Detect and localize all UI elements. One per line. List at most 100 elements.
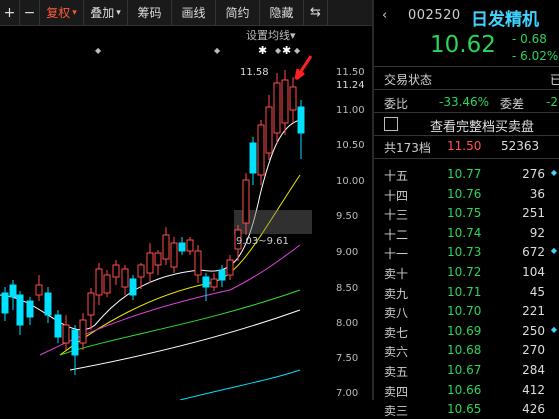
axis-tick: 10.00 xyxy=(336,176,365,187)
candle-up xyxy=(162,234,170,260)
candlestick-chart[interactable] xyxy=(0,25,372,400)
chevron-left-icon[interactable]: ‹ xyxy=(382,8,387,23)
divider xyxy=(374,89,559,90)
candle-down xyxy=(1,292,9,314)
order-row[interactable]: 十五 10.77 276 ◆ xyxy=(374,165,559,184)
order-row[interactable]: 卖十 10.72 104 xyxy=(374,263,559,282)
weicha-label: 委差 xyxy=(500,97,525,111)
candle-up xyxy=(265,106,273,154)
ma10-line xyxy=(59,174,301,356)
candle-down xyxy=(44,292,52,316)
arrow-icon xyxy=(294,55,313,81)
order-level-label: 卖四 xyxy=(384,384,409,399)
order-volume: 284 xyxy=(522,363,545,377)
total-levels-label: 共173档 xyxy=(384,141,431,155)
order-row[interactable]: 十三 10.75 251 xyxy=(374,204,559,223)
candle-down xyxy=(129,278,137,296)
ma120-line xyxy=(69,309,301,371)
diejia-dropdown[interactable]: 叠加 ▾ xyxy=(84,0,128,25)
axis-tick: 9.50 xyxy=(336,211,359,222)
order-level-label: 十四 xyxy=(384,188,409,203)
yincang-button[interactable]: 隐藏 xyxy=(260,0,304,25)
quote-panel: ‹ 002520 日发精机 10.62 - 0.68 - 6.02% 交易状态 … xyxy=(374,0,559,418)
order-row[interactable]: 卖八 10.70 221 xyxy=(374,302,559,321)
candle-up xyxy=(112,264,120,278)
axis-tick: 9.00 xyxy=(336,247,359,258)
candle-up xyxy=(137,264,145,278)
price-change-pct: - 6.02% xyxy=(512,49,559,63)
order-volume: 672 xyxy=(522,245,545,260)
high-price-label: 11.58 xyxy=(240,67,269,78)
order-row[interactable]: 卖三 10.65 426 xyxy=(374,400,559,419)
order-row[interactable]: 卖六 10.68 270 xyxy=(374,341,559,360)
expand-icon[interactable]: ⇆ xyxy=(304,0,328,25)
ma20-line xyxy=(39,244,301,356)
order-row[interactable]: 卖四 10.66 412 xyxy=(374,381,559,400)
huaxian-button[interactable]: 画线 xyxy=(172,0,216,25)
order-level-label: 卖八 xyxy=(384,306,409,321)
axis-tick: 7.50 xyxy=(336,353,359,364)
candle-down xyxy=(178,242,186,252)
weibi-label: 委比 xyxy=(384,97,409,111)
jianyue-button[interactable]: 简约 xyxy=(216,0,260,25)
zoom-out-button[interactable]: − xyxy=(20,0,40,25)
divider xyxy=(374,112,559,113)
order-price: 10.66 xyxy=(447,382,482,397)
order-price: 10.73 xyxy=(447,245,482,260)
order-level-label: 十二 xyxy=(384,227,409,242)
candle-up xyxy=(154,252,162,266)
order-volume: 270 xyxy=(522,343,545,358)
order-level-label: 卖七 xyxy=(384,325,409,340)
zoom-in-button[interactable]: + xyxy=(0,0,20,25)
order-row[interactable]: 卖九 10.71 45 xyxy=(374,283,559,302)
candle-up xyxy=(62,324,70,344)
weibi-value: -33.46% xyxy=(439,95,490,109)
order-row[interactable]: 十一 10.73 672 ◆ xyxy=(374,243,559,262)
chevron-down-icon: ▾ xyxy=(116,7,121,18)
marker-diamond-icon: ◆ xyxy=(550,324,557,334)
order-level-label: 十五 xyxy=(384,169,409,183)
order-price: 10.74 xyxy=(447,225,482,240)
divider xyxy=(374,135,559,136)
axis-tick: 10.50 xyxy=(336,140,365,151)
full-orderbook-button[interactable]: 查看完整档买卖盘 xyxy=(430,116,534,135)
order-row[interactable]: 十四 10.76 36 xyxy=(374,185,559,204)
axis-tick: 8.50 xyxy=(336,283,359,294)
order-level-label: 卖十 xyxy=(384,267,409,281)
candle-up xyxy=(257,124,265,176)
axis-tick: 11.24 xyxy=(336,80,365,91)
order-row[interactable]: 十二 10.74 92 xyxy=(374,224,559,243)
fuquan-label: 复权 xyxy=(46,6,71,20)
candle-up xyxy=(289,86,297,111)
stock-name: 日发精机 xyxy=(471,10,539,30)
order-price: 10.67 xyxy=(447,363,482,377)
marker-diamond-icon: ◆ xyxy=(550,246,557,256)
candle-down xyxy=(26,300,34,318)
order-level-label: 卖六 xyxy=(384,345,409,360)
candle-up xyxy=(95,268,103,296)
candle-up xyxy=(242,179,250,224)
candle-up xyxy=(194,250,202,276)
order-price: 10.68 xyxy=(447,343,482,358)
candle-down xyxy=(297,106,305,134)
fuquan-dropdown[interactable]: 复权 ▾ xyxy=(40,0,84,25)
total-levels-price: 11.50 xyxy=(447,139,482,153)
order-price: 10.69 xyxy=(447,323,482,338)
candle-up xyxy=(170,242,178,268)
order-volume: 92 xyxy=(529,225,545,240)
status-value: 已 xyxy=(550,73,559,87)
axis-tick: 11.00 xyxy=(336,105,365,116)
full-orderbook-checkbox[interactable] xyxy=(384,117,398,131)
candle-up xyxy=(35,284,43,296)
order-volume: 36 xyxy=(529,186,545,201)
candle-up xyxy=(79,319,87,344)
candle-up xyxy=(210,278,218,288)
divider xyxy=(374,66,559,67)
order-row[interactable]: 卖七 10.69 250 ◆ xyxy=(374,322,559,341)
ma250-line xyxy=(179,369,301,400)
order-row[interactable]: 卖五 10.67 284 xyxy=(374,361,559,380)
order-volume: 104 xyxy=(522,265,545,279)
chouma-button[interactable]: 筹码 xyxy=(128,0,172,25)
candle-up xyxy=(273,82,281,134)
range-label: 9.03~9.61 xyxy=(236,236,289,247)
